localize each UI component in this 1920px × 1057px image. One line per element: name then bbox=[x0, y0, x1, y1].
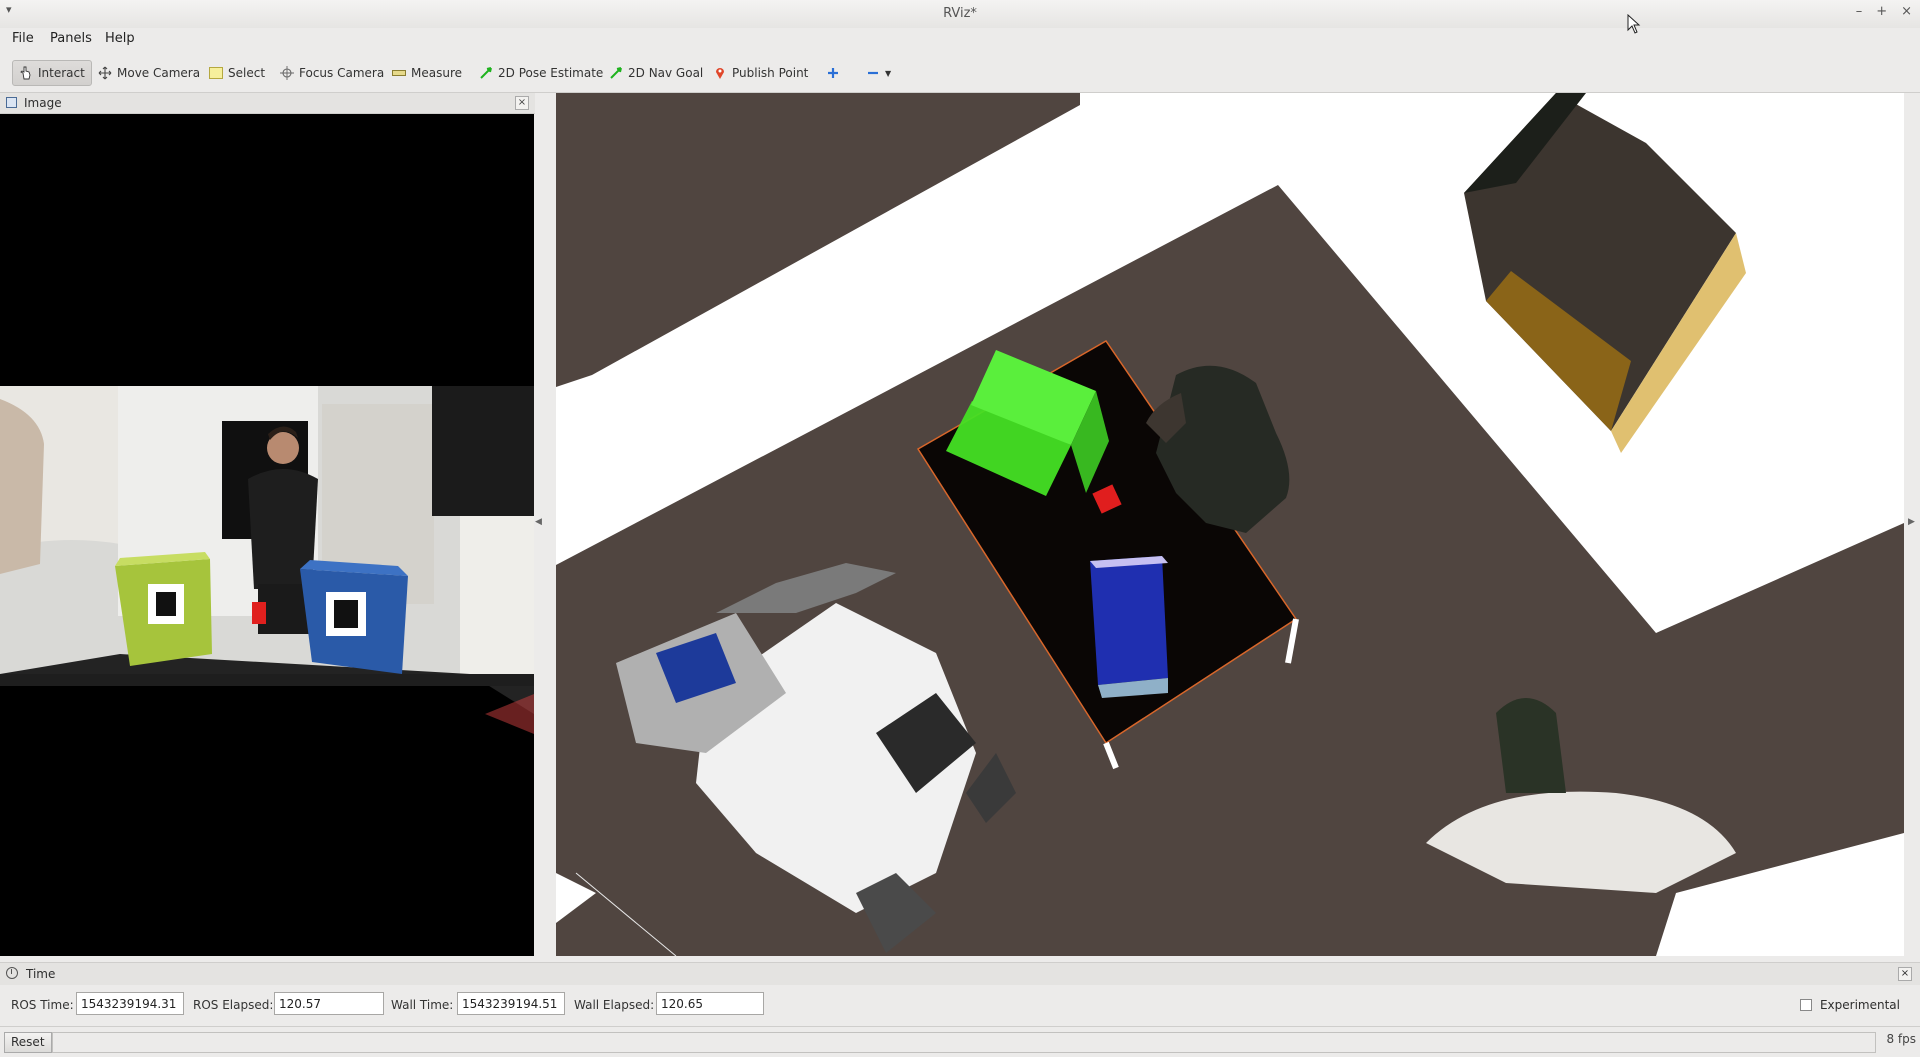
publish-point-label: Publish Point bbox=[732, 66, 809, 80]
hand-pointer-icon bbox=[20, 66, 31, 80]
pose-arrow-icon bbox=[480, 67, 492, 79]
3d-scene[interactable] bbox=[556, 93, 1904, 956]
camera-frame bbox=[0, 114, 534, 956]
ros-elapsed-label: ROS Elapsed: bbox=[193, 998, 274, 1012]
time-panel-title: Time bbox=[26, 967, 56, 981]
ros-elapsed-field[interactable] bbox=[274, 992, 384, 1015]
nav-goal-arrow-icon bbox=[610, 67, 622, 79]
panel-splitter[interactable]: ◀ bbox=[535, 93, 555, 956]
maximize-icon[interactable]: + bbox=[1876, 4, 1887, 19]
ros-time-field[interactable] bbox=[76, 992, 184, 1015]
minus-icon bbox=[868, 71, 878, 75]
chevron-down-icon: ▼ bbox=[885, 68, 892, 78]
menu-file[interactable]: File bbox=[12, 31, 34, 46]
menu-panels[interactable]: Panels bbox=[50, 31, 92, 46]
wall-time-field[interactable] bbox=[457, 992, 565, 1015]
publish-point-tool[interactable]: Publish Point bbox=[707, 60, 814, 86]
image-panel-icon bbox=[6, 97, 17, 108]
minimize-icon[interactable]: – bbox=[1856, 4, 1863, 19]
wall-time-label: Wall Time: bbox=[391, 998, 454, 1012]
focus-camera-tool[interactable]: Focus Camera bbox=[274, 60, 390, 86]
image-panel-header: Image × bbox=[0, 93, 535, 114]
select-tool[interactable]: Select bbox=[203, 60, 271, 86]
right-dock-strip[interactable]: ▶ bbox=[1904, 93, 1920, 956]
measure-label: Measure bbox=[411, 66, 462, 80]
ros-time-label: ROS Time: bbox=[11, 998, 74, 1012]
plus-icon bbox=[828, 68, 838, 78]
wall-elapsed-field[interactable] bbox=[656, 992, 764, 1015]
wall-elapsed-label: Wall Elapsed: bbox=[574, 998, 655, 1012]
window-controls: – + × bbox=[1856, 4, 1912, 19]
clock-icon bbox=[6, 967, 18, 979]
experimental-checkbox[interactable] bbox=[1799, 999, 1812, 1011]
menu-help[interactable]: Help bbox=[105, 31, 135, 46]
image-panel-title: Image bbox=[24, 96, 62, 110]
remove-tool-button[interactable]: ▼ bbox=[860, 60, 897, 86]
fps-readout: 8 fps bbox=[1886, 1032, 1916, 1046]
2d-nav-goal-tool[interactable]: 2D Nav Goal bbox=[603, 60, 709, 86]
map-pin-icon bbox=[716, 68, 724, 79]
2d-pose-estimate-tool[interactable]: 2D Pose Estimate bbox=[473, 60, 609, 86]
time-panel-row: ROS Time: ROS Elapsed: Wall Time: Wall E… bbox=[0, 985, 1920, 1021]
select-label: Select bbox=[228, 66, 266, 80]
3d-render-view[interactable] bbox=[556, 93, 1904, 956]
move-camera-label: Move Camera bbox=[117, 66, 201, 80]
reset-button[interactable]: Reset bbox=[4, 1032, 52, 1053]
status-message-field bbox=[52, 1032, 1876, 1053]
interact-label: Interact bbox=[38, 66, 85, 80]
collapse-left-icon[interactable]: ◀ bbox=[535, 517, 542, 527]
select-rectangle-icon bbox=[209, 67, 223, 79]
focus-camera-label: Focus Camera bbox=[299, 66, 385, 80]
time-panel-header: Time × bbox=[0, 962, 1920, 985]
image-panel-close-icon[interactable]: × bbox=[515, 96, 529, 110]
experimental-label: Experimental bbox=[1819, 998, 1900, 1012]
2d-pose-estimate-label: 2D Pose Estimate bbox=[498, 66, 604, 80]
add-tool-button[interactable] bbox=[820, 60, 846, 86]
collapse-right-icon[interactable]: ▶ bbox=[1908, 517, 1915, 527]
status-bar: Reset 8 fps bbox=[0, 1026, 1920, 1057]
blue-box-marker bbox=[1090, 556, 1168, 685]
time-panel-close-icon[interactable]: × bbox=[1898, 967, 1912, 981]
2d-nav-goal-label: 2D Nav Goal bbox=[628, 66, 704, 80]
experimental-toggle[interactable]: Experimental bbox=[1799, 998, 1900, 1012]
camera-image-view bbox=[0, 114, 534, 956]
mouse-cursor-icon bbox=[1627, 14, 1641, 34]
move-camera-tool[interactable]: Move Camera bbox=[92, 60, 206, 86]
focus-target-icon bbox=[280, 66, 294, 80]
move-arrows-icon bbox=[98, 66, 112, 80]
close-icon[interactable]: × bbox=[1901, 4, 1912, 19]
tool-bar: Interact Move Camera Select Focus Camera… bbox=[0, 52, 1920, 93]
interact-tool[interactable]: Interact bbox=[12, 60, 92, 86]
ruler-icon bbox=[392, 70, 406, 76]
measure-tool[interactable]: Measure bbox=[386, 60, 468, 86]
